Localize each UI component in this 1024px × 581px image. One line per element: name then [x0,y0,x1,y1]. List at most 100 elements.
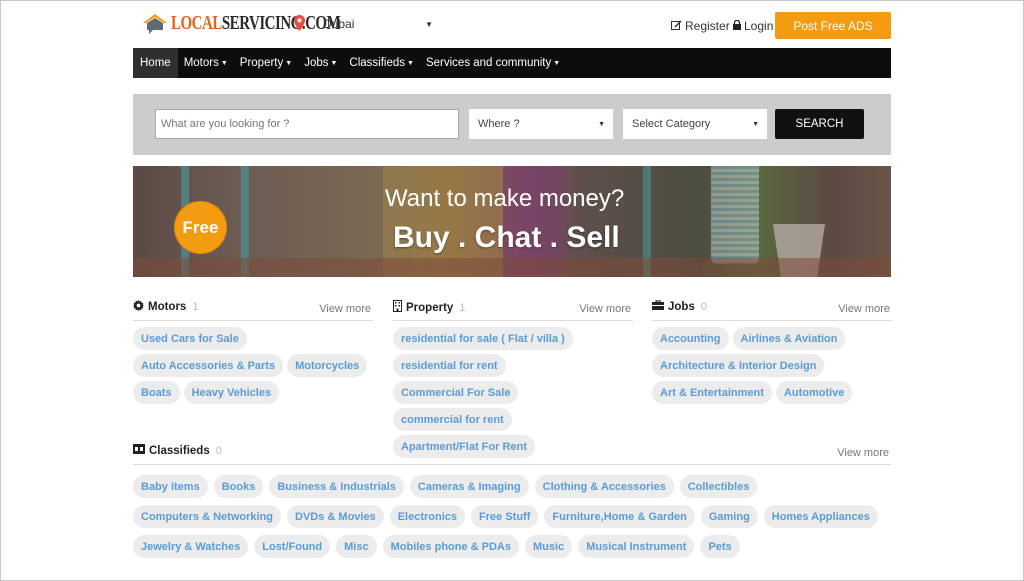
category-chip[interactable]: Pets [700,535,740,558]
category-chip[interactable]: commercial for rent [393,408,512,431]
category-chip[interactable]: Furniture,Home & Garden [544,505,695,528]
caret-down-icon: ▼ [553,59,561,67]
category-chip[interactable]: Auto Accessories & Parts [133,354,284,377]
category-chip[interactable]: Misc [336,535,377,558]
category-chip[interactable]: residential for sale ( Flat / villa ) [393,327,573,350]
category-chip[interactable]: Heavy Vehicles [183,381,280,404]
free-badge: Free [174,201,227,254]
logo-text: LOCALSERVICING.COM [171,12,341,35]
nav-label: Classifieds [349,57,406,69]
category-chip[interactable]: Computers & Networking [133,505,282,528]
category-title-label: Jobs [668,300,695,313]
category-chip[interactable]: Motorcycles [287,354,368,377]
category-chip[interactable]: DVDs & Movies [287,505,384,528]
category-title: Classifieds 0 [133,444,222,457]
nav-label: Jobs [304,57,329,69]
edit-icon [671,19,682,33]
category-chip[interactable]: Free Stuff [471,505,539,528]
site-logo[interactable]: LOCALSERVICING.COM [141,12,341,35]
search-input[interactable]: What are you looking for ? [155,109,459,139]
chevron-down-icon: ▼ [598,120,605,128]
chevron-down-icon: ▼ [425,19,433,29]
chip-list: Baby items Books Business & Industrials Cam… [133,465,891,558]
category-chip[interactable]: Architecture & Interior Design [652,354,825,377]
category-chip[interactable]: Airlines & Aviation [732,327,846,350]
banner-headline: Want to make money? [385,185,625,212]
nav-item-jobs[interactable]: Jobs ▼ [298,48,343,78]
nav-label: Services and community [425,57,552,69]
nav-label: Home [140,57,171,69]
category-chip[interactable]: Commercial For Sale [393,381,519,404]
login-label: Login [744,19,774,33]
category-chip[interactable]: Mobiles phone & PDAs [382,535,519,558]
house-chat-icon [141,13,169,35]
category-count: 0 [215,444,222,457]
register-link[interactable]: Register [671,19,730,33]
category-select[interactable]: Select Category ▼ [623,109,767,139]
category-chip[interactable]: Electronics [389,505,466,528]
nav-item-classifieds[interactable]: Classifieds ▼ [343,48,420,78]
caret-down-icon: ▼ [330,59,338,67]
search-button[interactable]: SEARCH [775,109,864,139]
login-link[interactable]: Login [733,19,773,33]
gear-icon [133,300,144,314]
view-more-link[interactable]: View more [838,303,890,315]
category-select-value: Select Category [632,118,711,130]
category-chip[interactable]: Baby items [133,475,208,498]
category-chip[interactable]: Musical Instrument [578,535,695,558]
where-select[interactable]: Where ? ▼ [469,109,613,139]
category-chip[interactable]: Books [213,475,264,498]
category-chip[interactable]: Gaming [700,505,758,528]
city-select-value: Dubai [323,17,355,31]
category-chip[interactable]: Clothing & Accessories [534,475,674,498]
category-chip[interactable]: Used Cars for Sale [133,327,247,350]
view-more-link[interactable]: View more [837,447,889,459]
category-header: Property 1 View more [393,297,633,321]
category-header: Motors 1 View more [133,297,373,321]
nav-item-services[interactable]: Services and community ▼ [420,48,566,78]
location-pin-icon [294,15,305,36]
chip-list: Accounting Airlines & Aviation Architectur… [652,321,892,404]
search-input-placeholder: What are you looking for ? [161,118,290,130]
city-select[interactable]: Dubai ▼ [323,13,433,35]
category-chip[interactable]: Boats [133,381,180,404]
chip-list: Used Cars for Sale Auto Accessories & Par… [133,321,373,404]
category-chip[interactable]: Homes Appliances [763,505,878,528]
category-chip[interactable]: residential for rent [393,354,506,377]
nav-item-property[interactable]: Property ▼ [234,48,298,78]
category-chip[interactable]: Art & Entertainment [652,381,772,404]
category-chip[interactable]: Lost/Found [254,535,331,558]
nav-item-motors[interactable]: Motors ▼ [178,48,234,78]
category-chip[interactable]: Jewelry & Watches [133,535,249,558]
category-chip[interactable]: Cameras & Imaging [409,475,529,498]
category-title: Jobs 0 [652,299,707,313]
building-icon [393,300,402,315]
category-title: Motors 1 [133,300,198,314]
where-select-value: Where ? [478,118,520,130]
nav-label: Property [239,57,284,69]
category-count: 1 [192,301,199,313]
category-chip[interactable]: Music [525,535,573,558]
category-chip[interactable]: Automotive [775,381,853,404]
lock-icon [733,19,741,33]
nav-item-home[interactable]: Home [133,48,178,78]
category-jobs: Jobs 0 View more Accounting Airlines & Av… [652,297,892,404]
category-title: Property 1 [393,300,465,315]
main-nav: Home Motors ▼ Property ▼ Jobs ▼ Classifieds… [133,48,891,78]
view-more-link[interactable]: View more [319,303,371,315]
category-chip[interactable]: Business & Industrials [269,475,404,498]
site-header: LOCALSERVICING.COM Dubai ▼ Register Logi… [133,9,891,41]
post-free-ads-button[interactable]: Post Free ADS [775,12,891,39]
banner-decor [711,166,759,264]
caret-down-icon: ▼ [220,59,228,67]
logo-text-local: LOCAL [171,12,222,34]
category-title-label: Motors [148,301,187,313]
chevron-down-icon: ▼ [752,120,759,128]
view-more-link[interactable]: View more [579,303,631,315]
category-header: Classifieds 0 View more [133,441,891,465]
category-property: Property 1 View more residential for sal… [393,297,633,458]
category-chip[interactable]: Accounting [652,327,729,350]
category-chip[interactable]: Collectibles [679,475,758,498]
promo-banner[interactable]: Free Want to make money? Buy . Chat . Se… [133,166,891,277]
category-motors: Motors 1 View more Used Cars for Sale Aut… [133,297,373,404]
